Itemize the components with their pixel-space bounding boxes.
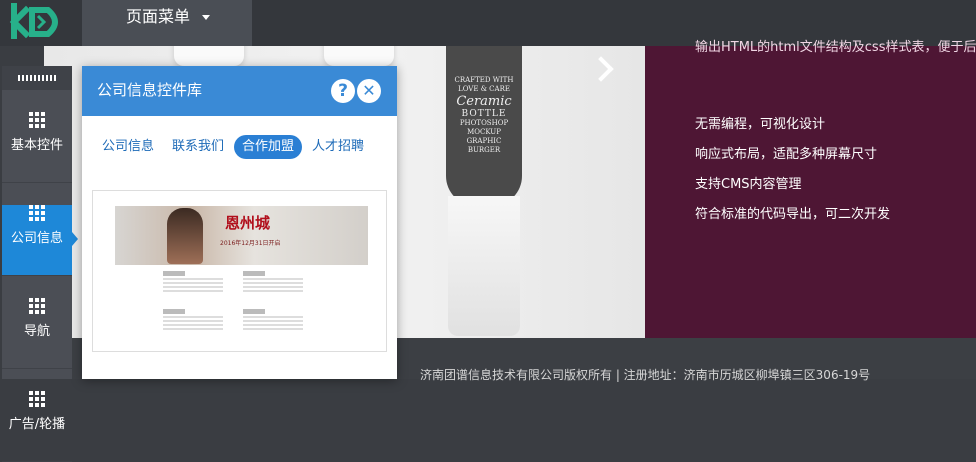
help-icon[interactable]: ? [331,79,355,103]
panel-top-text: 输出HTML的html文件结构及css样式表，便于后 [695,40,976,55]
bottle-brand: Ceramic [456,94,512,109]
banner-title: 恩州城 [225,214,271,232]
bottle-text: CRAFTED WITH [454,76,514,84]
feature-item: 无需编程，可视化设计 [695,117,826,132]
grid-icon [29,298,45,314]
feature-item: 响应式布局，适配多种屏幕尺寸 [695,147,878,162]
preview-banner: 恩州城 2016年12月31日开启 [115,206,368,265]
feature-list: 无需编程，可视化设计 响应式布局，适配多种屏幕尺寸 支持CMS内容管理 符合标准… [695,116,890,236]
bottle-text: LOVE & CARE [458,85,510,93]
component-library-dialog: 公司信息控件库 ? ✕ 公司信息 联系我们 合作加盟 人才招聘 恩州城 2016… [82,66,397,379]
toolbar-item-carousel[interactable]: 广告/轮播 [2,391,72,462]
bottle-image [174,46,244,66]
info-block [163,309,233,332]
close-icon[interactable]: ✕ [357,79,381,103]
bottle-image [324,46,394,66]
component-toolbar: 基本控件 公司信息 导航 广告/轮播 [2,66,78,462]
bottle-text: GRAPHIC BURGER [466,137,502,154]
tab-recruitment[interactable]: 人才招聘 [304,135,372,159]
info-block [243,271,313,294]
info-block [163,271,233,294]
feature-item: 支持CMS内容管理 [695,177,802,192]
kd-logo[interactable] [8,2,68,42]
character-image [167,208,203,264]
grid-icon [29,112,45,128]
drag-handle[interactable] [2,66,72,90]
toolbar-item-label: 导航 [23,324,50,339]
bottle-text: PHOTOSHOP [459,119,509,127]
toolbar-item-label: 广告/轮播 [8,417,66,432]
chevron-down-icon [202,15,211,20]
grip-icon [18,75,56,81]
toolbar-item-basic[interactable]: 基本控件 [2,112,72,183]
dialog-header: 公司信息控件库 ? ✕ [82,66,397,116]
banner-subtitle: 2016年12月31日开启 [220,240,281,247]
dialog-tabs: 公司信息 联系我们 合作加盟 人才招聘 [94,135,374,159]
feature-item: 符合标准的代码导出，可二次开发 [695,207,891,222]
toolbar-item-company[interactable]: 公司信息 [2,205,78,276]
grid-icon [29,205,45,221]
feature-panel: 输出HTML的html文件结构及css样式表，便于后 无需编程，可视化设计 响应… [645,40,976,338]
bottle-text: MOCKUP [467,128,501,136]
toolbar-item-nav[interactable]: 导航 [2,298,72,369]
carousel-next-icon[interactable] [588,56,614,82]
bottle-base [448,196,520,336]
page-menu-label: 页面菜单 [126,7,191,26]
info-block [243,309,313,332]
bottle-type: BOTTLE [461,109,507,119]
tab-franchise[interactable]: 合作加盟 [234,135,303,159]
tab-company-info[interactable]: 公司信息 [94,135,162,159]
dialog-title: 公司信息控件库 [97,81,203,99]
grid-icon [29,391,45,407]
bottle-label: CRAFTED WITH LOVE & CARE Ceramic BOTTLE … [452,76,516,155]
footer-text: 济南团谱信息技术有限公司版权所有 | 注册地址：济南市历城区柳埠镇三区306-1… [420,368,871,382]
template-preview-card[interactable]: 恩州城 2016年12月31日开启 [92,190,387,352]
tab-contact-us[interactable]: 联系我们 [164,135,232,159]
page-menu-dropdown[interactable]: 页面菜单 [82,0,252,46]
toolbar-item-label: 公司信息 [10,231,63,246]
toolbar-item-label: 基本控件 [10,138,63,153]
